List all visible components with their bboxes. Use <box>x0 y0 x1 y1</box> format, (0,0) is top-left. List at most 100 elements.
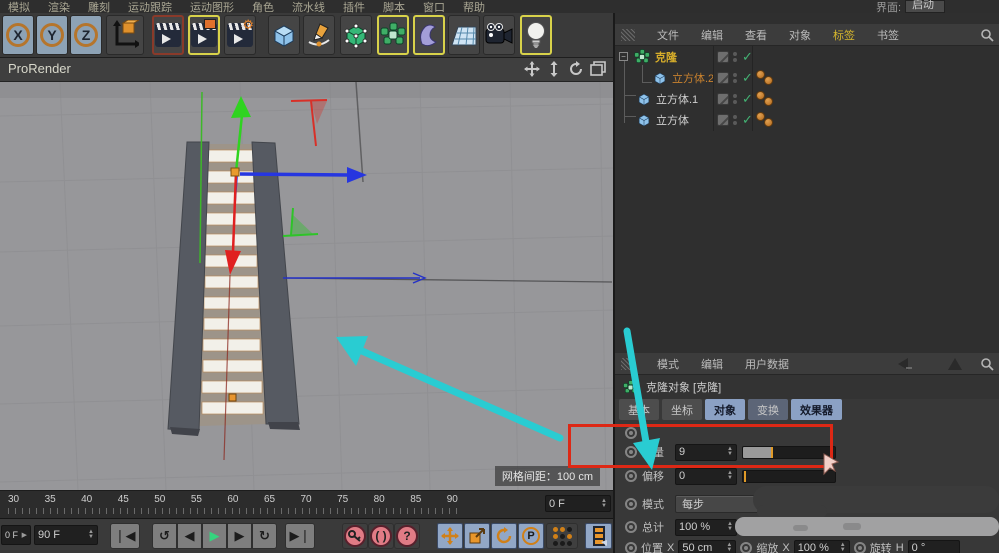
keyframe-dot[interactable] <box>740 542 752 553</box>
panel-grip-icon[interactable] <box>621 358 635 370</box>
menu-plugins[interactable]: 插件 <box>343 0 365 13</box>
deformer-button[interactable] <box>413 15 445 55</box>
editor-render-dots[interactable] <box>733 94 737 104</box>
previous-key-button[interactable]: ◀ <box>177 523 202 549</box>
timeline-ruler[interactable]: 30354045505560657075808590 0 F▲▼ <box>0 490 614 518</box>
menu-character[interactable]: 角色 <box>252 0 274 13</box>
render-view-button[interactable] <box>152 15 184 55</box>
keyframe-dot[interactable] <box>625 498 637 510</box>
spinner-icon[interactable]: ▲▼ <box>727 447 733 457</box>
om-search-icon[interactable] <box>980 28 994 42</box>
tab-coord[interactable]: 坐标 <box>662 399 702 420</box>
keyframe-dot[interactable] <box>625 470 637 482</box>
spinner-icon[interactable]: ▲▼ <box>726 543 732 553</box>
menu-help[interactable]: 帮助 <box>463 0 485 13</box>
loop-button[interactable]: ↻ <box>252 523 277 549</box>
lock-x-axis-button[interactable]: X <box>2 15 34 55</box>
tab-basic[interactable]: 基本 <box>619 399 659 420</box>
history-up-icon[interactable] <box>948 358 962 370</box>
editor-render-dots[interactable] <box>733 73 737 83</box>
history-back-icon[interactable] <box>896 358 912 370</box>
panel-grip-icon[interactable] <box>621 29 635 41</box>
viewport[interactable]: 网格间距：100 cm <box>0 82 614 490</box>
spinner-icon[interactable]: ▲▼ <box>727 471 733 481</box>
object-row-cloner[interactable]: − 克隆 ✓ <box>615 46 999 67</box>
coordinate-system-icon[interactable] <box>106 15 144 55</box>
menu-render[interactable]: 渲染 <box>48 0 70 13</box>
key-pla-toggle[interactable] <box>546 523 578 549</box>
current-frame-box[interactable]: 0 F▶ <box>1 525 31 545</box>
object-row-cube[interactable]: 立方体 ✓ <box>615 109 999 130</box>
visibility-toggle[interactable] <box>717 114 729 126</box>
key-position-toggle[interactable] <box>437 523 463 549</box>
timeline-frame-field[interactable]: 0 F▲▼ <box>545 495 611 512</box>
key-scale-toggle[interactable] <box>464 523 490 549</box>
floor-button[interactable] <box>448 15 480 55</box>
object-row-cube2[interactable]: 立方体.2 ✓ <box>615 67 999 88</box>
key-parameter-toggle[interactable]: P <box>518 523 544 549</box>
position-x-input[interactable]: 50 cm▲▼ <box>678 540 736 553</box>
make-editable-button[interactable] <box>340 15 372 55</box>
am-menu-userdata[interactable]: 用户数据 <box>745 356 789 372</box>
tag-icon[interactable] <box>764 97 773 106</box>
am-menu-edit[interactable]: 编辑 <box>701 356 723 372</box>
zoom-view-icon[interactable] <box>546 61 562 77</box>
menu-window[interactable]: 窗口 <box>423 0 445 13</box>
key-rotation-toggle[interactable] <box>491 523 517 549</box>
menu-pipeline[interactable]: 流水线 <box>292 0 325 13</box>
toggle-single-view-icon[interactable] <box>590 61 606 77</box>
count-slider[interactable] <box>742 446 836 459</box>
rotate-view-icon[interactable] <box>568 61 584 77</box>
menu-sculpt[interactable]: 雕刻 <box>88 0 110 13</box>
timeline-window-button[interactable] <box>585 523 612 549</box>
menu-simulate[interactable]: 模拟 <box>8 0 30 13</box>
om-menu-tags[interactable]: 标签 <box>833 27 855 43</box>
menu-script[interactable]: 脚本 <box>383 0 405 13</box>
menu-motion-tracking[interactable]: 运动跟踪 <box>128 0 172 13</box>
keyframe-dot[interactable] <box>625 521 637 533</box>
keyframe-dot[interactable] <box>625 446 637 458</box>
lock-y-axis-button[interactable]: Y <box>36 15 68 55</box>
spinner-icon[interactable]: ▲▼ <box>88 530 94 540</box>
spline-pen-button[interactable] <box>303 15 335 55</box>
mograph-cloner-button[interactable] <box>377 15 409 55</box>
next-key-button[interactable]: ▶ <box>227 523 252 549</box>
tab-object[interactable]: 对象 <box>705 399 745 420</box>
add-cube-button[interactable] <box>268 15 300 55</box>
keyframe-dot[interactable] <box>625 542 637 553</box>
count-input[interactable]: 9▲▼ <box>675 444 737 461</box>
offset-input[interactable]: 0▲▼ <box>675 468 737 485</box>
object-row-cube1[interactable]: 立方体.1 ✓ <box>615 88 999 109</box>
menu-mograph[interactable]: 运动图形 <box>190 0 234 13</box>
pan-view-icon[interactable] <box>524 61 540 77</box>
tab-effectors[interactable]: 效果器 <box>791 399 842 420</box>
light-button[interactable] <box>520 15 552 55</box>
scale-x-input[interactable]: 100 %▲▼ <box>794 540 850 553</box>
lock-z-axis-button[interactable]: Z <box>70 15 102 55</box>
interface-dropdown[interactable]: 启动 <box>905 0 945 13</box>
visibility-toggle[interactable] <box>717 51 729 63</box>
goto-start-button[interactable]: ❘◀ <box>110 523 140 549</box>
om-menu-file[interactable]: 文件 <box>657 27 679 43</box>
visibility-toggle[interactable] <box>717 93 729 105</box>
panel-divider[interactable] <box>613 13 615 553</box>
tab-transform[interactable]: 变换 <box>748 399 788 420</box>
goto-end-button[interactable]: ▶❘ <box>285 523 315 549</box>
camera-button[interactable] <box>483 15 515 55</box>
keyframe-selection-button[interactable]: ? <box>394 523 420 549</box>
om-menu-view[interactable]: 查看 <box>745 27 767 43</box>
keyframe-dot[interactable] <box>625 427 637 439</box>
om-menu-edit[interactable]: 编辑 <box>701 27 723 43</box>
total-input[interactable]: 100 %▲▼ <box>675 519 737 536</box>
end-frame-input[interactable]: 90 F▲▼ <box>34 525 98 545</box>
visibility-toggle[interactable] <box>717 72 729 84</box>
spinner-icon[interactable]: ▲▼ <box>840 543 846 553</box>
record-keyframe-button[interactable] <box>342 523 368 549</box>
spinner-icon[interactable]: ▲▼ <box>601 499 607 509</box>
render-settings-button[interactable]: ⚙ <box>224 15 256 55</box>
om-menu-bookmarks[interactable]: 书签 <box>877 27 899 43</box>
offset-slider[interactable] <box>742 470 836 483</box>
tag-icon[interactable] <box>764 76 773 85</box>
collapse-toggle-icon[interactable]: − <box>619 52 628 61</box>
render-picture-viewer-button[interactable] <box>188 15 220 55</box>
